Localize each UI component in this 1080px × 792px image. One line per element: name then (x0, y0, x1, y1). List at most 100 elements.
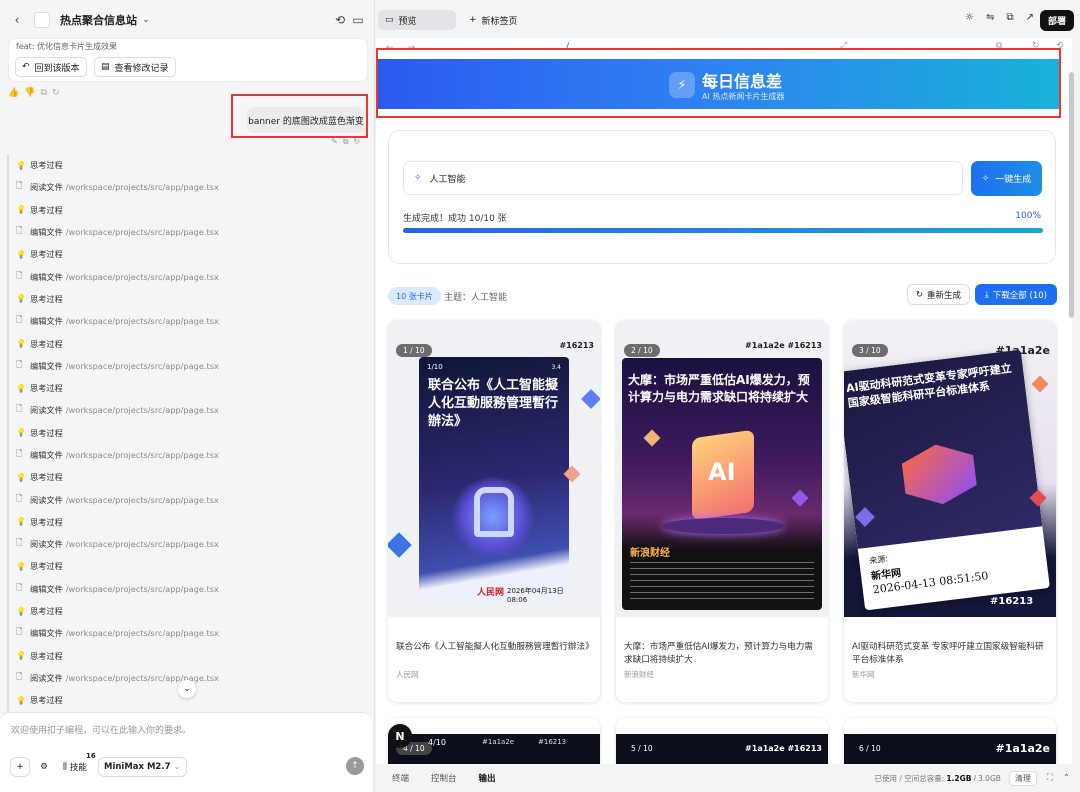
card-count-badge: 10 张卡片 (388, 287, 441, 305)
settings-icon[interactable]: ⚙ (34, 757, 54, 777)
tab-console[interactable]: 控制台 (431, 772, 457, 784)
poster: AI驱动科研范式变革专家呼吁建立国家级智能科研平台标准体系 来源: 新华网 20… (844, 349, 1050, 611)
bulb-icon: 💡 (16, 383, 26, 393)
step-item[interactable]: 🗋 编辑文件/workspace/projects/src/app/page.ts… (7, 265, 367, 288)
history-button[interactable]: ▤ 查看修改记录 (94, 57, 176, 77)
card-image: #16213 1/10 3.4 联合公布《人工智能擬人化互動服務管理暫行辦法》 … (388, 320, 600, 617)
deploy-button[interactable]: 部署 (1040, 10, 1074, 31)
step-item[interactable]: 💡 思考过程 (7, 599, 367, 623)
reaction-bar: 👍 👎 ⧉ ↻ (8, 88, 59, 98)
external-link-icon[interactable]: ↗ (1026, 12, 1034, 23)
news-card[interactable]: #16213 1/10 3.4 联合公布《人工智能擬人化互動服務管理暫行辦法》 … (388, 320, 600, 702)
news-card[interactable]: #1a1a2e AI驱动科研范式变革专家呼吁建立国家级智能科研平台标准体系 来源… (844, 320, 1056, 702)
refresh-icon[interactable]: ↻ (52, 88, 60, 98)
chevron-down-icon[interactable]: ⌄ (137, 11, 155, 29)
news-card[interactable]: 4 / 10 4/10 #1a1a2e #16213 (388, 718, 600, 764)
collapse-icon[interactable]: ⌃ (1063, 773, 1070, 783)
step-label: 思考过程 (30, 516, 63, 527)
step-item[interactable]: 🗋 阅读文件/workspace/projects/src/app/page.ts… (7, 399, 367, 422)
generate-button[interactable]: ✧ 一键生成 (971, 161, 1042, 196)
step-item[interactable]: 🗋 阅读文件/workspace/projects/src/app/page.ts… (7, 488, 367, 511)
clear-button[interactable]: 清理 (1008, 770, 1037, 786)
skills-button[interactable]: ⫼ 技能 (58, 757, 92, 777)
floating-logo-button[interactable]: N (388, 724, 412, 748)
project-avatar (34, 12, 50, 28)
chevron-down-icon: ⌄ (173, 762, 181, 772)
duplicate-icon[interactable]: ⧉ (1006, 12, 1013, 23)
cube-decoration (1031, 375, 1049, 393)
retry-icon[interactable]: ↻ (353, 137, 360, 147)
step-item[interactable]: 💡 思考过程 (7, 154, 367, 177)
file-icon: 🗋 (16, 538, 23, 548)
tab-new[interactable]: + 新标签页 (462, 10, 525, 30)
topic-input[interactable]: ✧ 人工智能 (403, 161, 963, 195)
sliders-icon[interactable]: ⇋ (986, 12, 994, 23)
storage-used: 1.2GB (946, 773, 972, 783)
copy-icon[interactable]: ⧉ (40, 88, 46, 98)
copy-icon[interactable]: ⧉ (343, 137, 349, 147)
storage-label: 已使用 / 空间总容量: (874, 773, 945, 783)
thumbs-down-icon[interactable]: 👎 (24, 88, 35, 98)
regen-label: 重新生成 (927, 290, 962, 301)
bulb-icon: 💡 (16, 205, 26, 215)
revert-button[interactable]: ↶ 回到该版本 (15, 57, 87, 77)
project-title[interactable]: 热点聚合信息站 (60, 12, 137, 28)
step-item[interactable]: 💡 思考过程 (7, 332, 367, 355)
step-item[interactable]: 🗋 编辑文件/workspace/projects/src/app/page.ts… (7, 622, 367, 645)
step-item[interactable]: 💡 思考过程 (7, 376, 367, 400)
topic-value: 人工智能 (429, 174, 466, 185)
step-label: 编辑文件 (30, 227, 63, 238)
scrollbar[interactable] (1069, 72, 1074, 318)
step-item[interactable]: 💡 思考过程 (7, 510, 367, 534)
fullscreen-icon[interactable]: ⛶ (1047, 773, 1053, 783)
add-button[interactable]: + (10, 757, 30, 777)
commit-label: feat: 优化信息卡片生成效果 (16, 42, 118, 51)
tab-terminal[interactable]: 终端 (392, 772, 409, 784)
tab-preview[interactable]: ▭ 预览 (378, 10, 456, 30)
back-icon[interactable]: ‹ (8, 11, 26, 29)
history-icon[interactable]: ⟲ (331, 11, 349, 29)
card-hash: #16213 (538, 738, 567, 746)
step-item[interactable]: 🗋 编辑文件/workspace/projects/src/app/page.ts… (7, 577, 367, 600)
regenerate-button[interactable]: ↻ 重新生成 (907, 284, 970, 305)
model-select[interactable]: MiniMax M2.7 ⌄ (98, 757, 187, 777)
step-path: /workspace/projects/src/app/page.tsx (65, 360, 219, 371)
step-item[interactable]: 🗋 阅读文件/workspace/projects/src/app/page.ts… (7, 533, 367, 556)
step-item[interactable]: 🗋 编辑文件/workspace/projects/src/app/page.ts… (7, 310, 367, 333)
edit-icon[interactable]: ✎ (331, 137, 338, 147)
step-item[interactable]: 💡 思考过程 (7, 243, 367, 266)
step-path: /workspace/projects/src/app/page.tsx (65, 494, 219, 505)
step-item[interactable]: 💡 思考过程 (7, 421, 367, 444)
folder-icon[interactable]: ▭ (349, 11, 367, 29)
chat-header: ‹ 热点聚合信息站 ⌄ ⟲ ▭ (0, 0, 375, 40)
step-label: 思考过程 (30, 383, 63, 394)
plus-icon: + (469, 15, 477, 25)
download-all-button[interactable]: ⤓ 下载全部 (10) (975, 284, 1057, 305)
bulb-icon: 💡 (16, 339, 26, 349)
step-item[interactable]: 🗋 阅读文件/workspace/projects/src/app/page.ts… (7, 176, 367, 199)
step-item[interactable]: 💡 思考过程 (7, 198, 367, 221)
step-item[interactable]: 💡 思考过程 (7, 287, 367, 311)
step-item[interactable]: 💡 思考过程 (7, 644, 367, 667)
news-card[interactable]: 5 / 10 #1a1a2e #16213 (616, 718, 828, 764)
step-item[interactable]: 💡 思考过程 (7, 555, 367, 578)
file-icon: 🗋 (16, 627, 23, 637)
tab-output[interactable]: 输出 (479, 772, 496, 784)
composer-input[interactable]: 欢迎使用扣子编程，可以在此输入你的要求。 (11, 723, 191, 736)
step-path: /workspace/projects/src/app/page.tsx (65, 316, 219, 327)
send-button[interactable]: ↑ (346, 757, 364, 775)
step-item[interactable]: 🗋 编辑文件/workspace/projects/src/app/page.ts… (7, 220, 367, 244)
step-item[interactable]: 🗋 编辑文件/workspace/projects/src/app/page.ts… (7, 443, 367, 467)
news-card[interactable]: #1a1a2e #16213 大摩：市场严重低估AI爆发力，预计算力与电力需求缺… (616, 320, 828, 702)
step-label: 思考过程 (30, 606, 63, 617)
step-item[interactable]: 🗋 编辑文件/workspace/projects/src/app/page.ts… (7, 354, 367, 377)
news-card[interactable]: 6 / 10 #1a1a2e (844, 718, 1056, 764)
step-item[interactable]: 💡 思考过程 (7, 466, 367, 489)
composer[interactable]: 欢迎使用扣子编程，可以在此输入你的要求。 + ⚙ ⫼ 技能 MiniMax M2.… (0, 712, 372, 792)
theme-icon[interactable]: ☼ (965, 12, 974, 23)
skills-icon: ⫼ (63, 762, 67, 772)
thumbs-up-icon[interactable]: 👍 (8, 88, 19, 98)
scroll-down-icon[interactable]: ⌄ (178, 680, 196, 698)
tab-new-label: 新标签页 (481, 16, 518, 27)
undo-icon: ↶ (22, 62, 30, 72)
